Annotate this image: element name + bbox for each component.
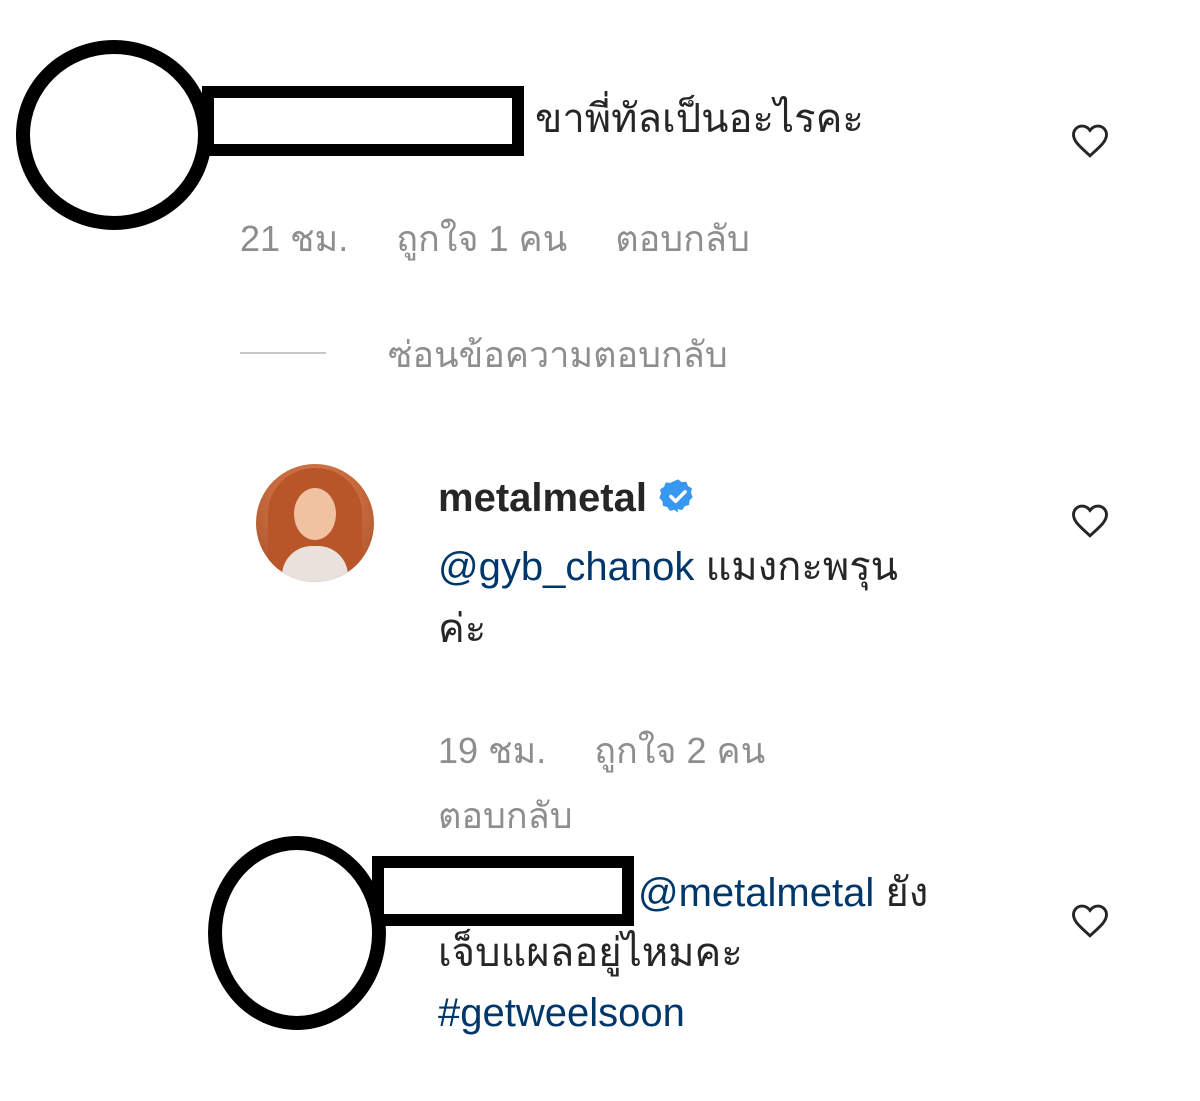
heart-icon[interactable] xyxy=(1068,118,1112,162)
reply-1-text-line1: แมงกะพรุน xyxy=(694,545,899,589)
reply-1-text-line2: ค่ะ xyxy=(438,607,487,651)
avatar[interactable] xyxy=(256,464,374,582)
reply-1-username[interactable]: metalmetal xyxy=(438,476,647,520)
heart-icon[interactable] xyxy=(1068,498,1112,542)
comment-1-likes[interactable]: ถูกใจ 1 คน xyxy=(396,218,567,259)
reply-2-text-line2: เจ็บแผลอยู่ไหมคะ xyxy=(438,931,743,975)
reply-1-username-row: metalmetal xyxy=(438,476,697,521)
reply-1-text: @gyb_chanok แมงกะพรุน ค่ะ xyxy=(438,540,1028,656)
comment-1-reply-button[interactable]: ตอบกลับ xyxy=(615,218,750,259)
reply-2-text-line1: ยัง xyxy=(874,871,929,915)
comment-1-time[interactable]: 21 ชม. xyxy=(240,218,348,259)
reply-1-likes[interactable]: ถูกใจ 2 คน xyxy=(594,730,765,771)
hide-replies-button[interactable]: ซ่อนข้อความตอบกลับ xyxy=(388,326,728,383)
comment-1-text: ขาพี่ทัลเป็นอะไรคะ xyxy=(535,97,864,141)
reply-1-reply-button[interactable]: ตอบกลับ xyxy=(438,795,573,836)
redacted-avatar xyxy=(16,40,212,230)
redacted-username xyxy=(202,86,524,156)
reply-2-text: @metalmetal ยัง เจ็บแผลอยู่ไหมคะ #getwee… xyxy=(438,866,1028,1040)
heart-icon[interactable] xyxy=(1068,898,1112,942)
redacted-avatar xyxy=(208,836,386,1030)
reply-1-mention-link[interactable]: @gyb_chanok xyxy=(438,545,694,589)
comment-1-meta: 21 ชม. ถูกใจ 1 คน ตอบกลับ xyxy=(240,210,788,267)
reply-1-meta: 19 ชม. ถูกใจ 2 คน ตอบกลับ xyxy=(438,722,803,844)
verified-badge-icon xyxy=(659,479,693,513)
reply-2-hashtag-link[interactable]: #getweelsoon xyxy=(438,986,1028,1040)
reply-2-mention-link[interactable]: @metalmetal xyxy=(638,871,874,915)
hide-replies-line xyxy=(240,352,326,354)
reply-1-time[interactable]: 19 ชม. xyxy=(438,730,546,771)
